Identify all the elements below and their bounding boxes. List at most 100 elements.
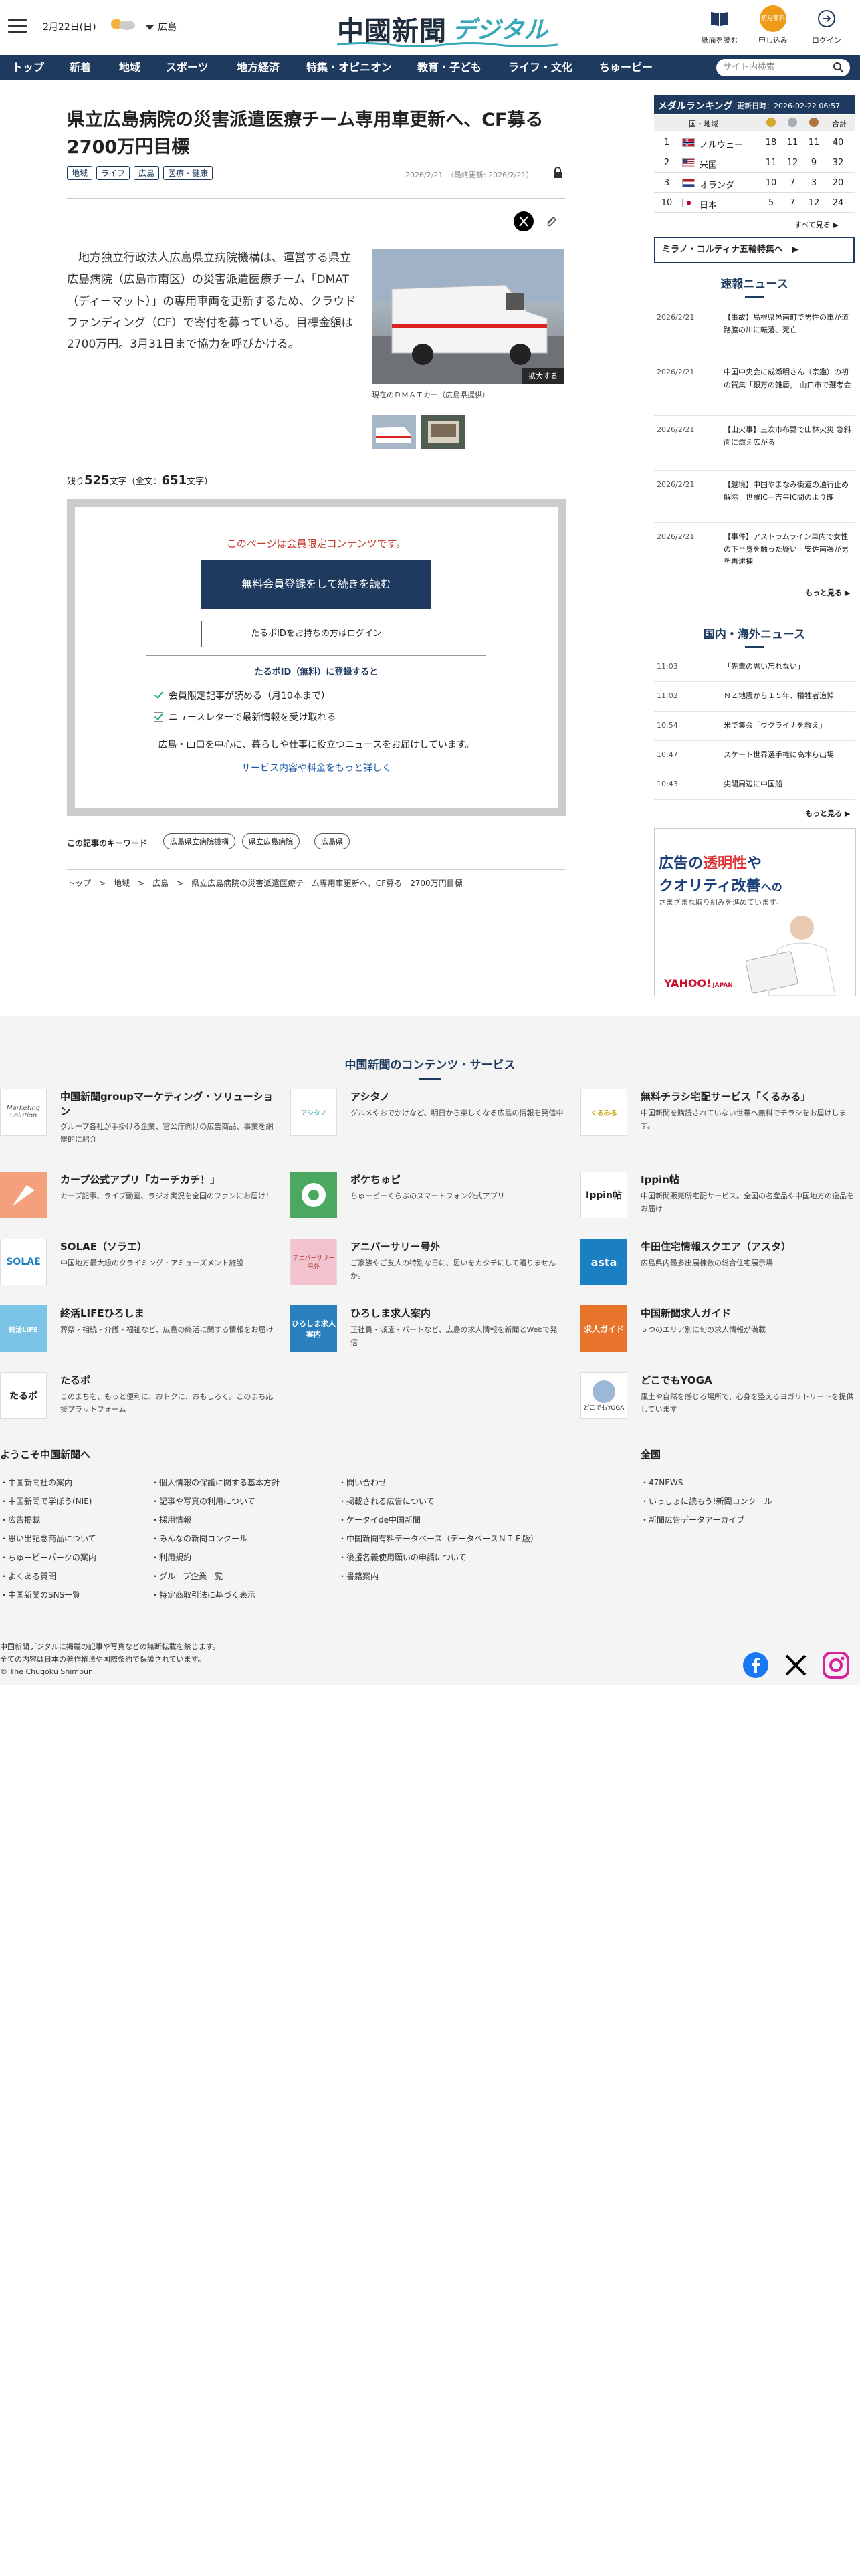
- footer-link[interactable]: ケータイde中国新聞: [338, 1514, 421, 1525]
- world-more-link[interactable]: もっと見る ▶: [805, 808, 850, 819]
- article-photo[interactable]: 拡大する: [372, 249, 564, 384]
- nav-region[interactable]: 地域: [119, 55, 140, 80]
- keyword-tag[interactable]: 県立広島病院: [242, 833, 300, 849]
- share-x-button[interactable]: [514, 211, 534, 231]
- service-item[interactable]: Ippin帖 Ippin帖 中国新聞販売所宅配サービス。全国の名産品や中国地方の…: [580, 1172, 860, 1225]
- service-item[interactable]: どこでもYOGA どこでもYOGA 風土や自然を感じる場所で、心身を整えるヨガリ…: [580, 1372, 860, 1426]
- footer-link[interactable]: 問い合わせ: [338, 1477, 387, 1488]
- photo-thumbnail[interactable]: [372, 415, 416, 449]
- medal-row[interactable]: 10 日本 5 7 12 24: [654, 193, 855, 213]
- service-item[interactable]: SOLAE SOLAE（ソラエ） 中国地方最大級のクライミング・アミューズメント…: [0, 1239, 281, 1292]
- service-item[interactable]: たるポ たるポ このまちを、もっと便利に、おトクに、おもしろく。このまち応援プラ…: [0, 1372, 281, 1426]
- nav-sports[interactable]: スポーツ: [166, 55, 209, 80]
- news-item[interactable]: 11:02 ＮＺ地震から１５年、犠牲者追悼: [654, 682, 855, 712]
- footer-link[interactable]: 書籍案内: [338, 1570, 379, 1582]
- news-item[interactable]: 10:43 尖閣周辺に中国船: [654, 770, 855, 800]
- news-item[interactable]: 10:47 スケート世界選手権に高木ら出場: [654, 741, 855, 770]
- paper-button[interactable]: 紙面を読む: [693, 5, 746, 45]
- x-icon: [519, 216, 528, 227]
- keyword-tag[interactable]: 広島県立病院機構: [163, 833, 235, 849]
- footer-link[interactable]: 中国新聞有料データベース（データベースＮＩＥ版）: [338, 1533, 538, 1544]
- article-title: 県立広島病院の災害派遣医療チーム専用車更新へ、CF募る 2700万円目標: [67, 110, 562, 158]
- footer-link[interactable]: ちゅーピーパークの案内: [0, 1551, 96, 1563]
- footer-link[interactable]: 掲載される広告について: [338, 1495, 435, 1507]
- service-item[interactable]: くるみる 無料チラシ宅配サービス「くるみる」 中国新聞を購読されていない世帯へ無…: [580, 1089, 860, 1142]
- service-item[interactable]: アニバーサリー号外 アニバーサリー号外 ご家族やご友人の特別な日に、思いをカタチ…: [290, 1239, 571, 1292]
- medal-row[interactable]: 1 ノルウェー 18 11 11 40: [654, 132, 855, 152]
- nav-opinion[interactable]: 特集・オピニオン: [306, 55, 392, 80]
- footer-link[interactable]: よくある質問: [0, 1570, 56, 1582]
- service-item[interactable]: Marketing Solution 中国新聞groupマーケティング・ソリュー…: [0, 1089, 281, 1144]
- tag-link[interactable]: ライフ: [96, 166, 130, 180]
- tag-link[interactable]: 地域: [67, 166, 93, 180]
- nav-chupi[interactable]: ちゅーピー: [599, 55, 653, 80]
- news-item[interactable]: 2026/2/21 【越境】中国やまなみ街道の通行止め解除 世羅IC—吉舎IC間の…: [654, 471, 855, 523]
- instagram-icon[interactable]: [823, 1652, 849, 1679]
- copyright: 中国新聞デジタルに掲載の記事や写真などの無断転載を禁じます。 全ての内容は日本の…: [0, 1642, 220, 1677]
- footer-link[interactable]: グループ企業一覧: [151, 1570, 223, 1582]
- footer-link[interactable]: 中国新聞のSNS一覧: [0, 1589, 80, 1600]
- footer-link[interactable]: みんなの新聞コンクール: [151, 1533, 247, 1544]
- service-item[interactable]: 終活LIFE 終活LIFEひろしま 葬祭・相続・介護・福祉など、広島の終活に関す…: [0, 1305, 281, 1359]
- footer-link[interactable]: 個人情報の保護に関する基本方針: [151, 1477, 280, 1488]
- medal-row[interactable]: 3 オランダ 10 7 3 20: [654, 173, 855, 193]
- login-button[interactable]: ログイン: [800, 5, 853, 45]
- footer-link[interactable]: 思い出記念商品について: [0, 1533, 96, 1544]
- nav-life[interactable]: ライフ・文化: [508, 55, 572, 80]
- footer-link[interactable]: 記事や写真の利用について: [151, 1495, 255, 1507]
- service-item[interactable]: 求人ガイド 中国新聞求人ガイド ５つのエリア別に旬の求人情報が満載: [580, 1305, 860, 1359]
- nav-education[interactable]: 教育・子ども: [417, 55, 481, 80]
- facebook-icon[interactable]: [742, 1652, 769, 1679]
- search-input[interactable]: サイト内検索: [716, 59, 850, 76]
- footer-link[interactable]: 特定商取引法に基づく表示: [151, 1589, 255, 1600]
- register-free-button[interactable]: 無料会員登録をして続きを読む: [201, 560, 431, 609]
- menu-icon[interactable]: [8, 19, 27, 33]
- search-icon[interactable]: [833, 62, 845, 74]
- link-icon[interactable]: [544, 214, 559, 229]
- tag-link[interactable]: 医療・健康: [163, 166, 213, 180]
- news-item[interactable]: 2026/2/21 【事件】アストラムライン車内で女性の下半身を触った疑い 安佐南…: [654, 523, 855, 576]
- region-selector[interactable]: 広島: [146, 20, 177, 33]
- news-item[interactable]: 2026/2/21 中国中央会に成瀬明さん（宗鑑）の初の賀集「銀万の雑唇」 山口市…: [654, 358, 855, 416]
- yoga-logo: どこでもYOGA: [580, 1372, 627, 1419]
- footer-link[interactable]: 中国新聞社の案内: [0, 1477, 72, 1488]
- site-logo[interactable]: 中國新聞 デジタル: [337, 7, 558, 48]
- marketing-logo: Marketing Solution: [0, 1089, 47, 1136]
- medal-see-all-link[interactable]: すべて見る ▶: [794, 219, 839, 230]
- article-body: 地方独立行政法人広島県立病院機構は、運営する県立広島病院（広島市南区）の災害派遣…: [67, 251, 356, 352]
- news-item[interactable]: 2026/2/21 【山火事】三次市布野で山林火災 急斜面に燃え広がる: [654, 416, 855, 471]
- keyword-tag[interactable]: 広島県: [314, 833, 350, 849]
- service-item[interactable]: ポケちゅピ ちゅーピーくらぶのスマートフォン公式アプリ: [290, 1172, 571, 1225]
- breadcrumb[interactable]: トップ > 地域 > 広島 > 県立広島病院の災害派遣医療チーム専用車更新へ、C…: [67, 877, 463, 889]
- olympics-special-link[interactable]: ミラノ・コルティナ五輪特集へ ▶: [654, 237, 855, 263]
- nav-economy[interactable]: 地方経済: [237, 55, 280, 80]
- photo-thumbnail[interactable]: [421, 415, 465, 449]
- tag-link[interactable]: 広島: [134, 166, 160, 180]
- tarupo-login-button[interactable]: たるポIDをお持ちの方はログイン: [201, 621, 431, 647]
- service-item[interactable]: アシタノ アシタノ グルメやおでかけなど、明日から楽しくなる広島の情報を発信中: [290, 1089, 571, 1142]
- footer-link[interactable]: 広告掲載: [0, 1514, 40, 1525]
- service-item[interactable]: ひろしま求人案内 ひろしま求人案内 正社員・派遣・パートなど、広島の求人情報を新…: [290, 1305, 571, 1359]
- service-item[interactable]: カープ公式アプリ「カーチカチ！」 カープ記事、ライブ動画、ラジオ実況を全国のファ…: [0, 1172, 281, 1225]
- service-details-link[interactable]: サービス内容や料金をもっと詳しく: [75, 761, 558, 774]
- register-button[interactable]: 初月無料 申し込み: [746, 5, 800, 45]
- news-item[interactable]: 11:03 「先輩の思い忘れない」: [654, 653, 855, 682]
- shukatsu-logo: 終活LIFE: [0, 1305, 47, 1352]
- news-item[interactable]: 2026/2/21 【事故】島根県邑南町で男性の車が道路脇の川に転落、死亡: [654, 304, 855, 358]
- enlarge-button[interactable]: 拡大する: [522, 368, 564, 384]
- news-item[interactable]: 10:54 米で集会「ウクライナを救え」: [654, 712, 855, 741]
- x-icon[interactable]: [782, 1652, 809, 1679]
- footer-link[interactable]: 47NEWS: [641, 1477, 683, 1488]
- footer-link[interactable]: 中国新聞で学ぼう(NIE): [0, 1495, 92, 1507]
- medal-row[interactable]: 2 米国 11 12 9 32: [654, 152, 855, 173]
- footer-link[interactable]: 採用情報: [151, 1514, 191, 1525]
- breaking-more-link[interactable]: もっと見る ▶: [805, 587, 850, 598]
- footer-link[interactable]: 新聞広告データアーカイブ: [641, 1514, 744, 1525]
- yahoo-ad[interactable]: 広告の透明性や クオリティ改善への さまざまな取り組みを進めています。 YAHO…: [654, 828, 856, 996]
- service-item[interactable]: asta 牛田住宅情報スクエア（アスタ） 広島県内最多出展棟数の総合住宅展示場: [580, 1239, 860, 1292]
- footer-link[interactable]: 利用規約: [151, 1551, 191, 1563]
- footer-link[interactable]: いっしょに読もう!新聞コンクール: [641, 1495, 772, 1507]
- nav-top[interactable]: トップ: [12, 55, 44, 80]
- footer-link[interactable]: 後援名義使用願いの申請について: [338, 1551, 467, 1563]
- nav-new[interactable]: 新着: [70, 55, 91, 80]
